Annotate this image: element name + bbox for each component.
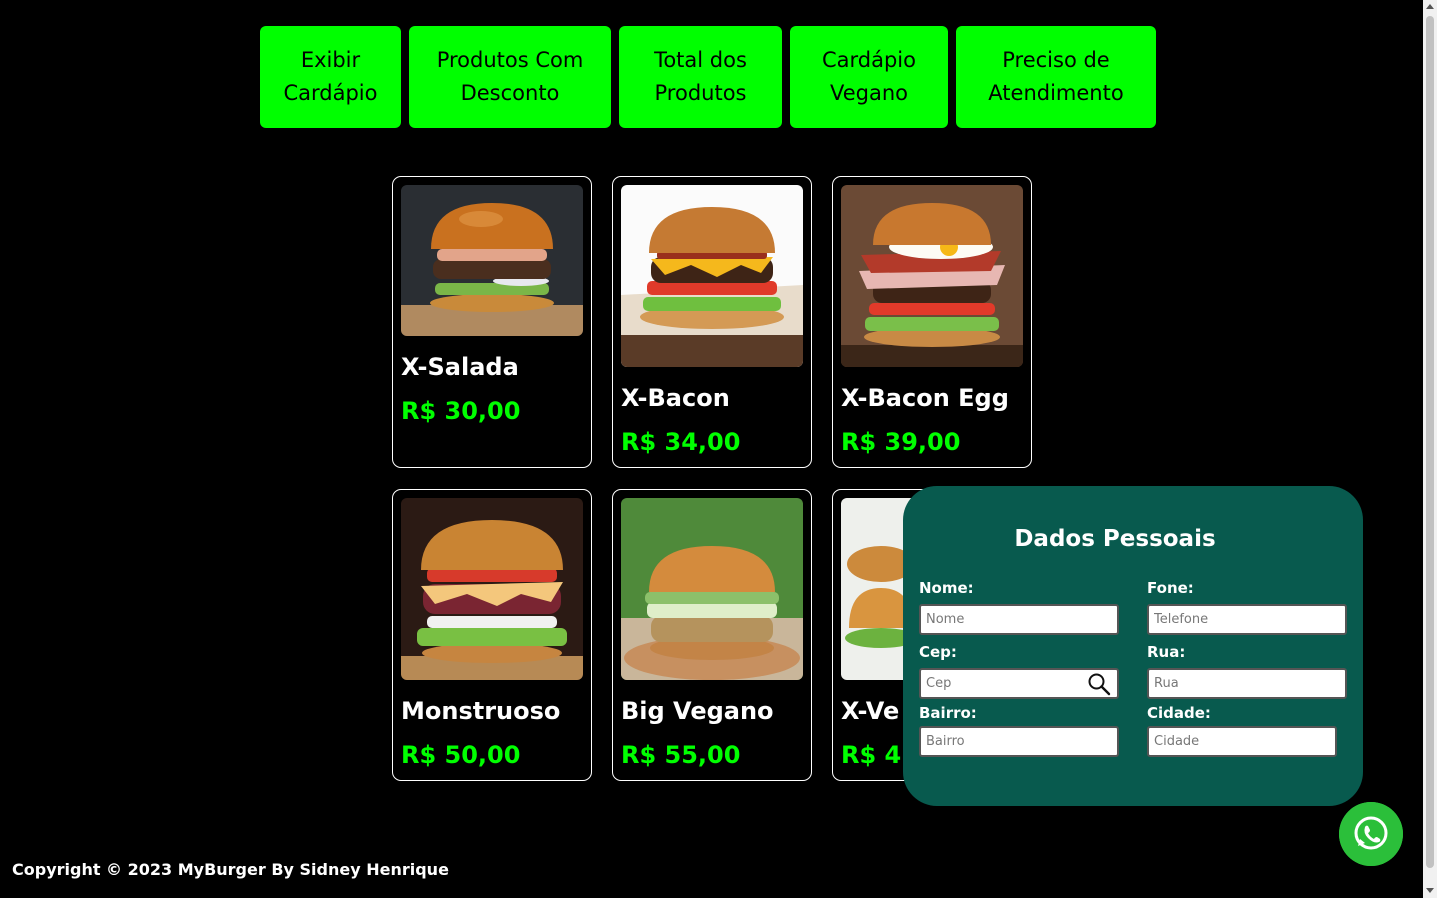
product-image xyxy=(621,185,803,367)
page-scrollbar[interactable] xyxy=(1423,0,1437,898)
bairro-input[interactable] xyxy=(919,726,1119,757)
nav-button-label: Cardápio xyxy=(821,48,916,72)
product-price: R$ 34,00 xyxy=(621,428,741,456)
bairro-label: Bairro: xyxy=(919,704,977,722)
cidade-label: Cidade: xyxy=(1147,704,1211,722)
cep-label: Cep: xyxy=(919,643,957,661)
nav-button-exibir-cardapio[interactable]: Exibir Cardápio xyxy=(260,26,401,128)
product-image xyxy=(401,498,583,680)
nav-button-label: Desconto xyxy=(460,81,560,105)
nav-button-preciso-de-atendimento[interactable]: Preciso de Atendimento xyxy=(956,26,1156,128)
product-name: X-Salada xyxy=(401,353,519,381)
product-name: X-Ve xyxy=(841,697,900,725)
nav-button-label: Atendimento xyxy=(988,81,1124,105)
rua-input[interactable] xyxy=(1147,668,1347,699)
product-price: R$ 50,00 xyxy=(401,741,521,769)
nome-label: Nome: xyxy=(919,579,974,597)
product-name: Big Vegano xyxy=(621,697,774,725)
search-icon[interactable] xyxy=(1087,672,1111,696)
nav-button-produtos-com-desconto[interactable]: Produtos Com Desconto xyxy=(409,26,611,128)
fone-label: Fone: xyxy=(1147,579,1194,597)
scroll-up-arrow-icon[interactable] xyxy=(1426,4,1434,9)
fone-input[interactable] xyxy=(1147,604,1347,635)
product-price: R$ 39,00 xyxy=(841,428,961,456)
nav-button-label: Exibir xyxy=(300,48,361,72)
footer-copyright: Copyright © 2023 MyBurger By Sidney Henr… xyxy=(12,860,449,879)
product-image xyxy=(841,185,1023,367)
nav-button-label: Vegano xyxy=(829,81,908,105)
whatsapp-icon xyxy=(1339,802,1403,866)
nav-button-cardapio-vegano[interactable]: Cardápio Vegano xyxy=(790,26,948,128)
product-price: R$ 30,00 xyxy=(401,397,521,425)
product-card-x-bacon[interactable]: X-Bacon R$ 34,00 xyxy=(612,176,812,468)
product-card-x-bacon-egg[interactable]: X-Bacon Egg R$ 39,00 xyxy=(832,176,1032,468)
product-card-monstruoso[interactable]: Monstruoso R$ 50,00 xyxy=(392,489,592,781)
product-name: Monstruoso xyxy=(401,697,561,725)
rua-label: Rua: xyxy=(1147,643,1186,661)
nav-button-label: Preciso de xyxy=(1002,48,1110,72)
form-title: Dados Pessoais xyxy=(1014,526,1216,552)
nav-button-label: Produtos xyxy=(654,81,747,105)
scroll-down-arrow-icon[interactable] xyxy=(1426,888,1434,893)
whatsapp-button[interactable] xyxy=(1339,802,1403,866)
nav-button-label: Produtos Com xyxy=(436,48,584,72)
product-price: R$ 55,00 xyxy=(621,741,741,769)
product-card-big-vegano[interactable]: Big Vegano R$ 55,00 xyxy=(612,489,812,781)
scrollbar-thumb[interactable] xyxy=(1426,16,1434,868)
nav-button-label: Total dos xyxy=(654,48,747,72)
product-image xyxy=(621,498,803,680)
product-name: X-Bacon xyxy=(621,384,730,412)
nav-button-total-dos-produtos[interactable]: Total dos Produtos xyxy=(619,26,782,128)
product-name: X-Bacon Egg xyxy=(841,384,1009,412)
product-card-x-salada[interactable]: X-Salada R$ 30,00 xyxy=(392,176,592,468)
nav-button-label: Cardápio xyxy=(283,81,378,105)
personal-data-form: Dados Pessoais Nome: Fone: Cep: Rua: Bai… xyxy=(903,486,1363,806)
cidade-input[interactable] xyxy=(1147,726,1337,757)
nome-input[interactable] xyxy=(919,604,1119,635)
product-image xyxy=(401,185,583,336)
